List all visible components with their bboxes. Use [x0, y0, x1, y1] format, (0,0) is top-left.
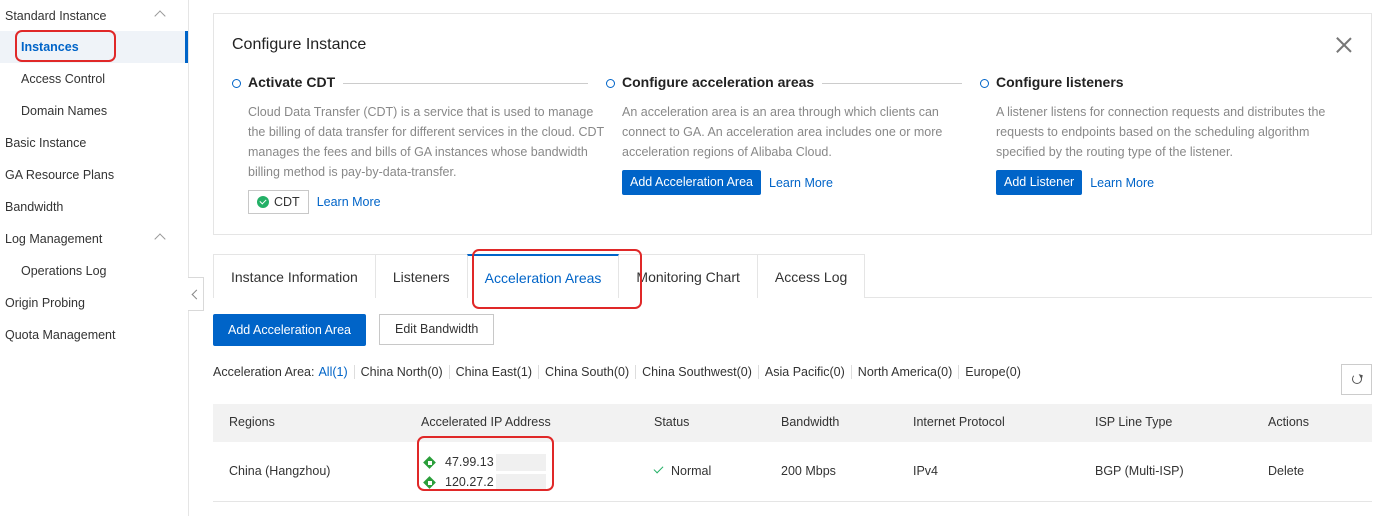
chevron-up-icon: [154, 10, 166, 22]
sidebar-item-bandwidth[interactable]: Bandwidth: [0, 191, 188, 223]
tab-access-log[interactable]: Access Log: [756, 254, 866, 298]
step-dot-icon: [980, 79, 989, 88]
filter-option-china-southwest[interactable]: China Southwest(0): [635, 365, 758, 379]
acceleration-area-filter: Acceleration Area: All(1) China North(0)…: [213, 365, 1027, 379]
acceleration-areas-table: Regions Accelerated IP Address Status Ba…: [213, 404, 1372, 502]
panel-title: Configure Instance: [232, 36, 367, 53]
sidebar-item-label: Standard Instance: [5, 9, 107, 23]
masked-region: [495, 474, 546, 491]
sidebar: Standard Instance Instances Access Contr…: [0, 0, 189, 516]
learn-more-link[interactable]: Learn More: [317, 195, 381, 209]
sidebar-item-label: Access Control: [21, 72, 106, 86]
step-dot-icon: [232, 79, 241, 88]
step-description: An acceleration area is an area through …: [622, 105, 943, 159]
step-title: Configure acceleration areas: [622, 74, 823, 90]
table-header: Regions Accelerated IP Address Status Ba…: [213, 404, 1372, 442]
step-description: A listener listens for connection reques…: [996, 105, 1326, 159]
check-circle-icon: [257, 196, 269, 208]
filter-option-north-america[interactable]: North America(0): [850, 365, 958, 379]
masked-region: [495, 454, 546, 471]
chevron-up-icon: [154, 233, 166, 245]
sidebar-item-operations-log[interactable]: Operations Log: [0, 255, 188, 287]
filter-label: Acceleration Area:: [213, 365, 315, 379]
column-header: ISP Line Type: [1095, 415, 1173, 429]
add-acceleration-area-button[interactable]: Add Acceleration Area: [213, 314, 366, 346]
column-header: Actions: [1268, 415, 1309, 429]
status-text: Normal: [671, 464, 712, 478]
sidebar-item-label: Origin Probing: [5, 296, 85, 310]
sidebar-item-ga-resource-plans[interactable]: GA Resource Plans: [0, 159, 188, 191]
step-activate-cdt: Activate CDT Cloud Data Transfer (CDT) i…: [232, 74, 604, 214]
tab-listeners[interactable]: Listeners: [374, 254, 468, 298]
column-header: Bandwidth: [781, 415, 840, 429]
close-icon[interactable]: [1335, 36, 1353, 54]
sidebar-item-standard-instance[interactable]: Standard Instance: [0, 0, 188, 32]
sidebar-item-label: Log Management: [5, 232, 103, 246]
check-icon: [653, 463, 664, 474]
step-title: Activate CDT: [248, 74, 344, 90]
protocol-cell: IPv4: [913, 464, 939, 478]
filter-option-asia-pacific[interactable]: Asia Pacific(0): [757, 365, 851, 379]
isp-line-type-cell: BGP (Multi-ISP): [1095, 464, 1184, 478]
step-dot-icon: [606, 79, 615, 88]
table-row: China (Hangzhou) 47.99.13 120.27.2 Norma…: [213, 442, 1372, 502]
column-header: Regions: [229, 415, 275, 429]
ip-address-icon: [423, 456, 436, 469]
sidebar-item-access-control[interactable]: Access Control: [0, 63, 188, 95]
step-title: Configure listeners: [996, 74, 1132, 90]
learn-more-link[interactable]: Learn More: [769, 176, 833, 190]
tab-monitoring-chart[interactable]: Monitoring Chart: [618, 254, 758, 298]
add-acceleration-area-button[interactable]: Add Acceleration Area: [622, 170, 761, 195]
ip-address-text: 47.99.13: [445, 454, 494, 469]
sidebar-item-basic-instance[interactable]: Basic Instance: [0, 127, 188, 159]
step-configure-listeners: Configure listeners A listener listens f…: [980, 74, 1340, 195]
step-description: Cloud Data Transfer (CDT) is a service t…: [248, 105, 604, 179]
column-header: Status: [654, 415, 690, 429]
filter-option-china-north[interactable]: China North(0): [353, 365, 449, 379]
sidebar-item-label: Instances: [21, 40, 79, 54]
column-header: Internet Protocol: [913, 415, 1005, 429]
delete-link[interactable]: Delete: [1268, 464, 1304, 478]
sidebar-item-instances[interactable]: Instances: [0, 31, 188, 63]
ip-address-text: 120.27.2: [445, 474, 494, 489]
cdt-status-tag: CDT: [248, 190, 309, 214]
sidebar-collapse-button[interactable]: [188, 277, 204, 311]
configure-instance-panel: Configure Instance Activate CDT Cloud Da…: [213, 13, 1372, 235]
ip-address-item: 120.27.2: [423, 474, 546, 491]
sidebar-item-label: GA Resource Plans: [5, 168, 115, 182]
add-listener-button[interactable]: Add Listener: [996, 170, 1083, 195]
region-cell: China (Hangzhou): [229, 464, 331, 478]
tab-acceleration-areas[interactable]: Acceleration Areas: [466, 254, 620, 298]
sidebar-item-label: Bandwidth: [5, 200, 64, 214]
sidebar-item-label: Domain Names: [21, 104, 108, 118]
filter-option-europe[interactable]: Europe(0): [958, 365, 1027, 379]
refresh-icon: [1352, 374, 1362, 384]
filter-option-all[interactable]: All(1): [314, 365, 353, 379]
sidebar-item-label: Operations Log: [21, 264, 107, 278]
step-configure-acceleration-areas: Configure acceleration areas An accelera…: [606, 74, 966, 195]
instance-tabs: Instance Information Listeners Accelerat…: [213, 254, 1372, 298]
cdt-tag-label: CDT: [274, 195, 300, 209]
edit-bandwidth-button[interactable]: Edit Bandwidth: [379, 314, 495, 345]
refresh-button[interactable]: [1341, 364, 1372, 395]
sidebar-item-quota-management[interactable]: Quota Management: [0, 319, 188, 351]
status-cell: Normal: [653, 463, 712, 478]
ip-address-item: 47.99.13: [423, 454, 546, 471]
bandwidth-cell: 200 Mbps: [781, 464, 836, 478]
sidebar-item-log-management[interactable]: Log Management: [0, 223, 188, 255]
sidebar-item-origin-probing[interactable]: Origin Probing: [0, 287, 188, 319]
sidebar-item-domain-names[interactable]: Domain Names: [0, 95, 188, 127]
sidebar-item-label: Quota Management: [5, 328, 116, 342]
ip-address-icon: [423, 476, 436, 489]
column-header: Accelerated IP Address: [421, 415, 551, 429]
learn-more-link[interactable]: Learn More: [1090, 176, 1154, 190]
sidebar-item-label: Basic Instance: [5, 136, 87, 150]
filter-option-china-south[interactable]: China South(0): [538, 365, 635, 379]
tab-instance-information[interactable]: Instance Information: [213, 254, 376, 298]
filter-option-china-east[interactable]: China East(1): [448, 365, 538, 379]
